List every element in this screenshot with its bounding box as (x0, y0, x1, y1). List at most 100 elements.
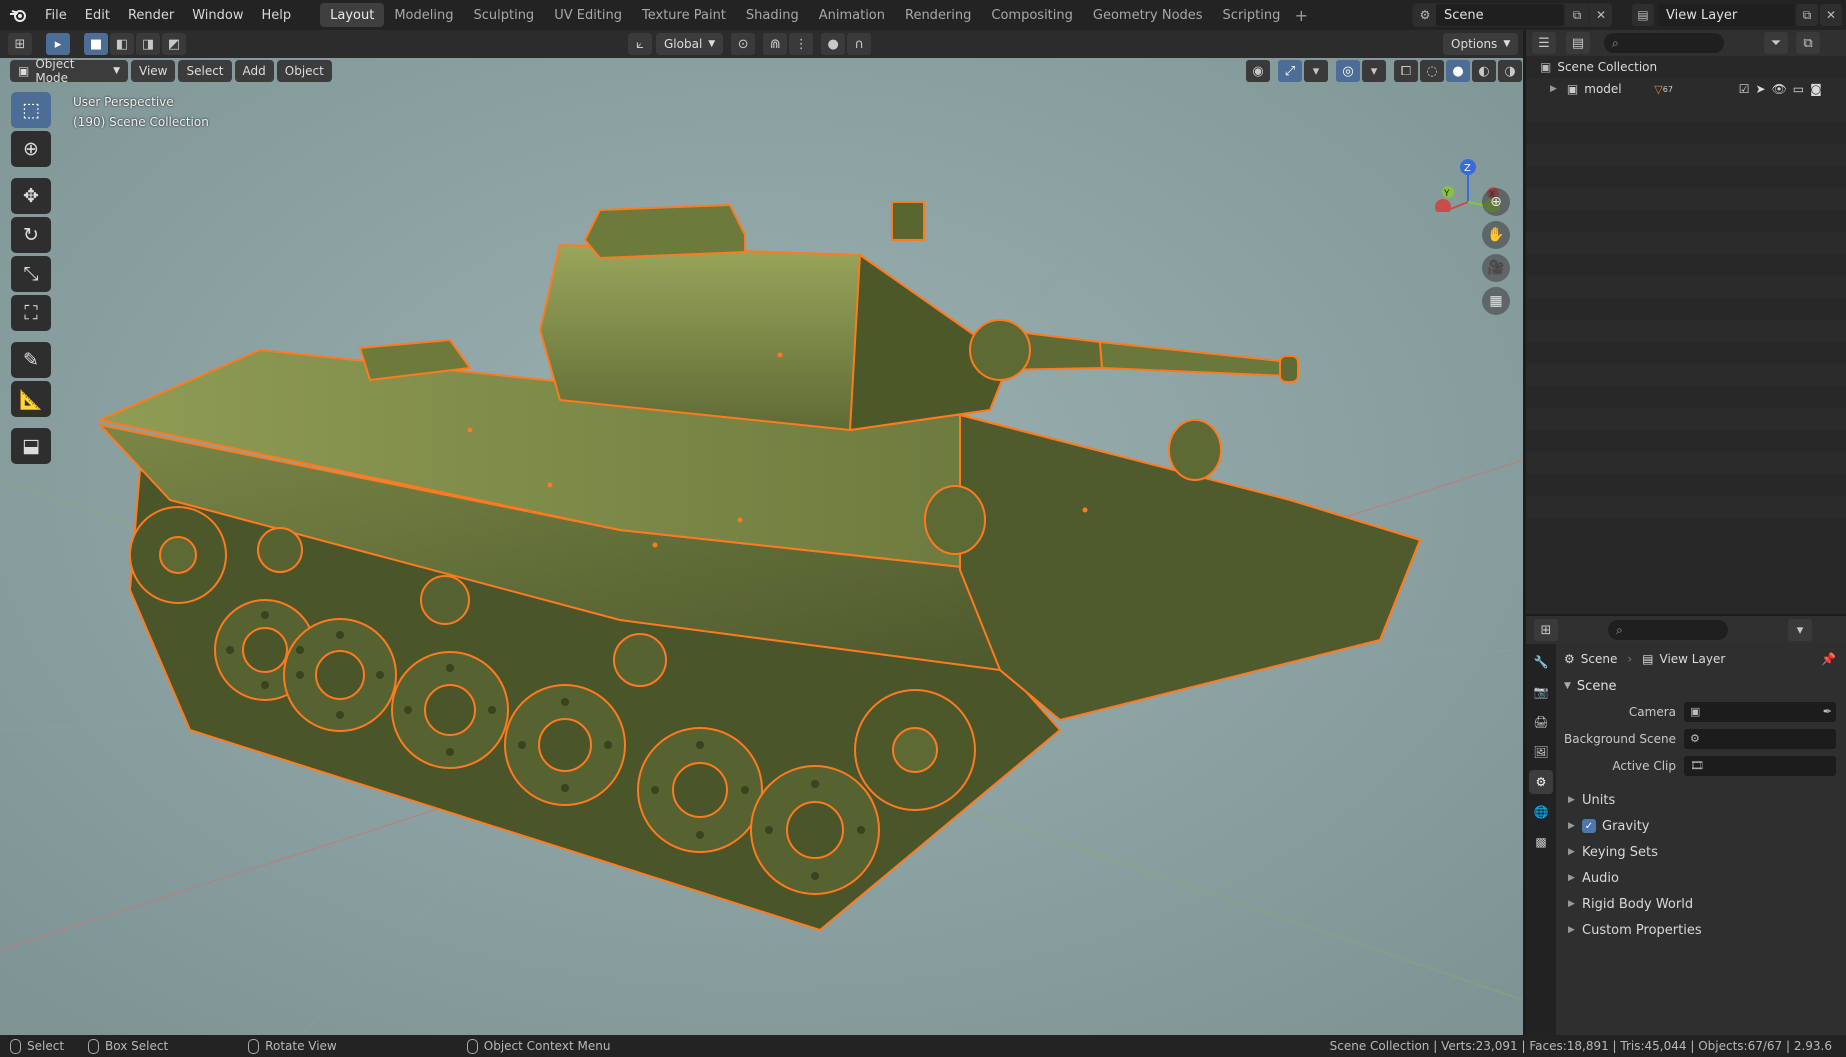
scene-name-field[interactable]: Scene (1436, 4, 1564, 26)
blender-logo-icon[interactable] (0, 0, 36, 30)
scene-properties-icon[interactable]: ⚙ (1529, 770, 1553, 794)
material-shading-icon[interactable]: ◐ (1472, 60, 1496, 82)
eyedropper-icon[interactable]: ✒ (1823, 705, 1832, 718)
tab-geometry-nodes[interactable]: Geometry Nodes (1083, 3, 1213, 27)
properties-search-input[interactable]: ⌕ (1608, 620, 1728, 640)
audio-panel[interactable]: ▶ Audio (1556, 865, 1846, 891)
menu-add[interactable]: Add (234, 60, 274, 82)
falloff-icon[interactable]: ∩ (847, 33, 872, 55)
tab-layout[interactable]: Layout (320, 3, 385, 27)
perspective-toggle-icon[interactable]: ▦ (1482, 287, 1510, 315)
menu-view[interactable]: View (131, 60, 176, 82)
pivot-point-icon[interactable]: ⊙ (731, 33, 756, 55)
rotate-tool-icon[interactable]: ↻ (11, 217, 51, 253)
zoom-icon[interactable]: ⊕ (1482, 188, 1510, 216)
view-layer-properties-icon[interactable]: 🖼 (1529, 740, 1553, 764)
tool-properties-icon[interactable]: 🔧 (1529, 650, 1553, 674)
properties-options-icon[interactable]: ▾ (1788, 619, 1812, 641)
wireframe-shading-icon[interactable]: ◌ (1420, 60, 1444, 82)
new-scene-icon[interactable]: ⧉ (1566, 4, 1588, 26)
selectable-icon[interactable]: ➤ (1756, 82, 1766, 96)
rigid-body-world-panel[interactable]: ▶ Rigid Body World (1556, 891, 1846, 917)
tab-sculpting[interactable]: Sculpting (463, 3, 544, 27)
pan-hand-icon[interactable]: ✋ (1482, 221, 1510, 249)
menu-edit[interactable]: Edit (76, 0, 119, 30)
expand-arrow-icon[interactable]: ▶ (1550, 84, 1557, 94)
properties-editor-type-icon[interactable]: ⊞ (1534, 619, 1558, 641)
view-layer-icon[interactable]: ▤ (1632, 4, 1654, 26)
menu-file[interactable]: File (36, 0, 76, 30)
monitor-icon[interactable]: ▭ (1793, 82, 1804, 96)
tab-compositing[interactable]: Compositing (981, 3, 1083, 27)
add-cube-tool-icon[interactable]: ⬓ (11, 428, 51, 464)
camera-field[interactable]: ▣ ✒ (1684, 701, 1836, 722)
menu-window[interactable]: Window (183, 0, 252, 30)
delete-view-layer-icon[interactable]: ✕ (1820, 4, 1842, 26)
tab-modeling[interactable]: Modeling (384, 3, 463, 27)
gizmo-dropdown-icon[interactable]: ▾ (1304, 60, 1328, 82)
scene-panel-header[interactable]: ▼ Scene (1556, 674, 1846, 698)
new-collection-icon[interactable]: ⧉ (1796, 32, 1820, 54)
gravity-checkbox[interactable]: ✓ (1582, 819, 1596, 833)
select-new-icon[interactable]: ■ (84, 33, 108, 55)
tab-texture-paint[interactable]: Texture Paint (632, 3, 736, 27)
proportional-edit-icon[interactable]: ● (821, 33, 846, 55)
measure-tool-icon[interactable]: 📐 (11, 381, 51, 417)
select-extend-icon[interactable]: ◧ (110, 33, 134, 55)
menu-render[interactable]: Render (119, 0, 183, 30)
transform-orientation-icon[interactable]: ⟀ (628, 33, 652, 55)
transform-tool-icon[interactable]: ⛶ (11, 295, 51, 331)
display-mode-icon[interactable]: ▤ (1566, 32, 1590, 54)
options-button[interactable]: Options ▼ (1443, 33, 1519, 55)
background-scene-field[interactable]: ⚙ (1684, 728, 1836, 749)
visibility-icon[interactable]: ◉ (1246, 60, 1270, 82)
world-properties-icon[interactable]: 🌐 (1529, 800, 1553, 824)
eye-icon[interactable]: 👁 (1772, 82, 1787, 96)
tank-model[interactable] (0, 30, 1523, 1035)
xray-icon[interactable]: ⧠ (1394, 60, 1418, 82)
output-properties-icon[interactable]: 🖨 (1529, 710, 1553, 734)
overlay-toggle-icon[interactable]: ◎ (1336, 60, 1360, 82)
new-view-layer-icon[interactable]: ⧉ (1796, 4, 1818, 26)
cursor-tool-icon[interactable]: ⊕ (11, 131, 51, 167)
snap-target-icon[interactable]: ⋮ (789, 33, 814, 55)
filter-icon[interactable]: ⏷ (1764, 32, 1788, 54)
menu-select[interactable]: Select (178, 60, 232, 82)
render-camera-icon[interactable]: ◙ (1810, 82, 1822, 96)
exclude-checkbox-icon[interactable]: ☑ (1739, 82, 1750, 96)
editor-type-icon[interactable]: ⊞ (8, 33, 32, 55)
outliner-editor-type-icon[interactable]: ☰ (1532, 32, 1556, 54)
tab-uv-editing[interactable]: UV Editing (544, 3, 632, 27)
tab-rendering[interactable]: Rendering (895, 3, 981, 27)
view-layer-name-field[interactable]: View Layer (1658, 4, 1794, 26)
select-intersect-icon[interactable]: ◩ (162, 33, 186, 55)
tab-scripting[interactable]: Scripting (1213, 3, 1291, 27)
tab-animation[interactable]: Animation (809, 3, 895, 27)
gravity-panel[interactable]: ▶ ✓ Gravity (1556, 813, 1846, 839)
move-tool-icon[interactable]: ✥ (11, 178, 51, 214)
menu-object[interactable]: Object (276, 60, 332, 82)
select-subtract-icon[interactable]: ◨ (136, 33, 160, 55)
pin-icon[interactable]: 📌 (1821, 652, 1836, 666)
gizmo-toggle-icon[interactable]: ⤢ (1278, 60, 1302, 82)
scale-tool-icon[interactable]: ⤡ (11, 256, 51, 292)
rendered-shading-icon[interactable]: ◑ (1498, 60, 1522, 82)
camera-view-icon[interactable]: 🎥 (1482, 254, 1510, 282)
3d-viewport[interactable]: ⊞ ▸ ■ ◧ ◨ ◩ ⟀ Global ▼ ⊙ ⋒ ⋮ ● ∩ Options ▼… (0, 30, 1523, 1035)
outliner-row-scene-collection[interactable]: ▣ Scene Collection (1526, 56, 1846, 78)
solid-shading-icon[interactable]: ● (1446, 60, 1470, 82)
menu-help[interactable]: Help (253, 0, 301, 30)
add-workspace-icon[interactable]: + (1290, 4, 1312, 26)
render-properties-icon[interactable]: 📷 (1529, 680, 1553, 704)
units-panel[interactable]: ▶ Units (1556, 787, 1846, 813)
annotate-tool-icon[interactable]: ✎ (11, 342, 51, 378)
snap-icon[interactable]: ⋒ (763, 33, 788, 55)
active-clip-field[interactable]: 🎞 (1684, 755, 1836, 776)
outliner-row-model[interactable]: ▶ ▣ model ▽ 67 ☑ ➤ 👁 ▭ ◙ (1526, 78, 1846, 100)
select-box-tool-icon[interactable]: ⬚ (11, 92, 51, 128)
mode-dropdown[interactable]: ▣ Object Mode ▼ (10, 57, 128, 85)
scene-icon[interactable]: ⚙ (1414, 4, 1436, 26)
transform-orientation-dropdown[interactable]: Global ▼ (656, 33, 724, 55)
outliner-search-input[interactable]: ⌕ (1604, 33, 1724, 53)
overlay-dropdown-icon[interactable]: ▾ (1362, 60, 1386, 82)
